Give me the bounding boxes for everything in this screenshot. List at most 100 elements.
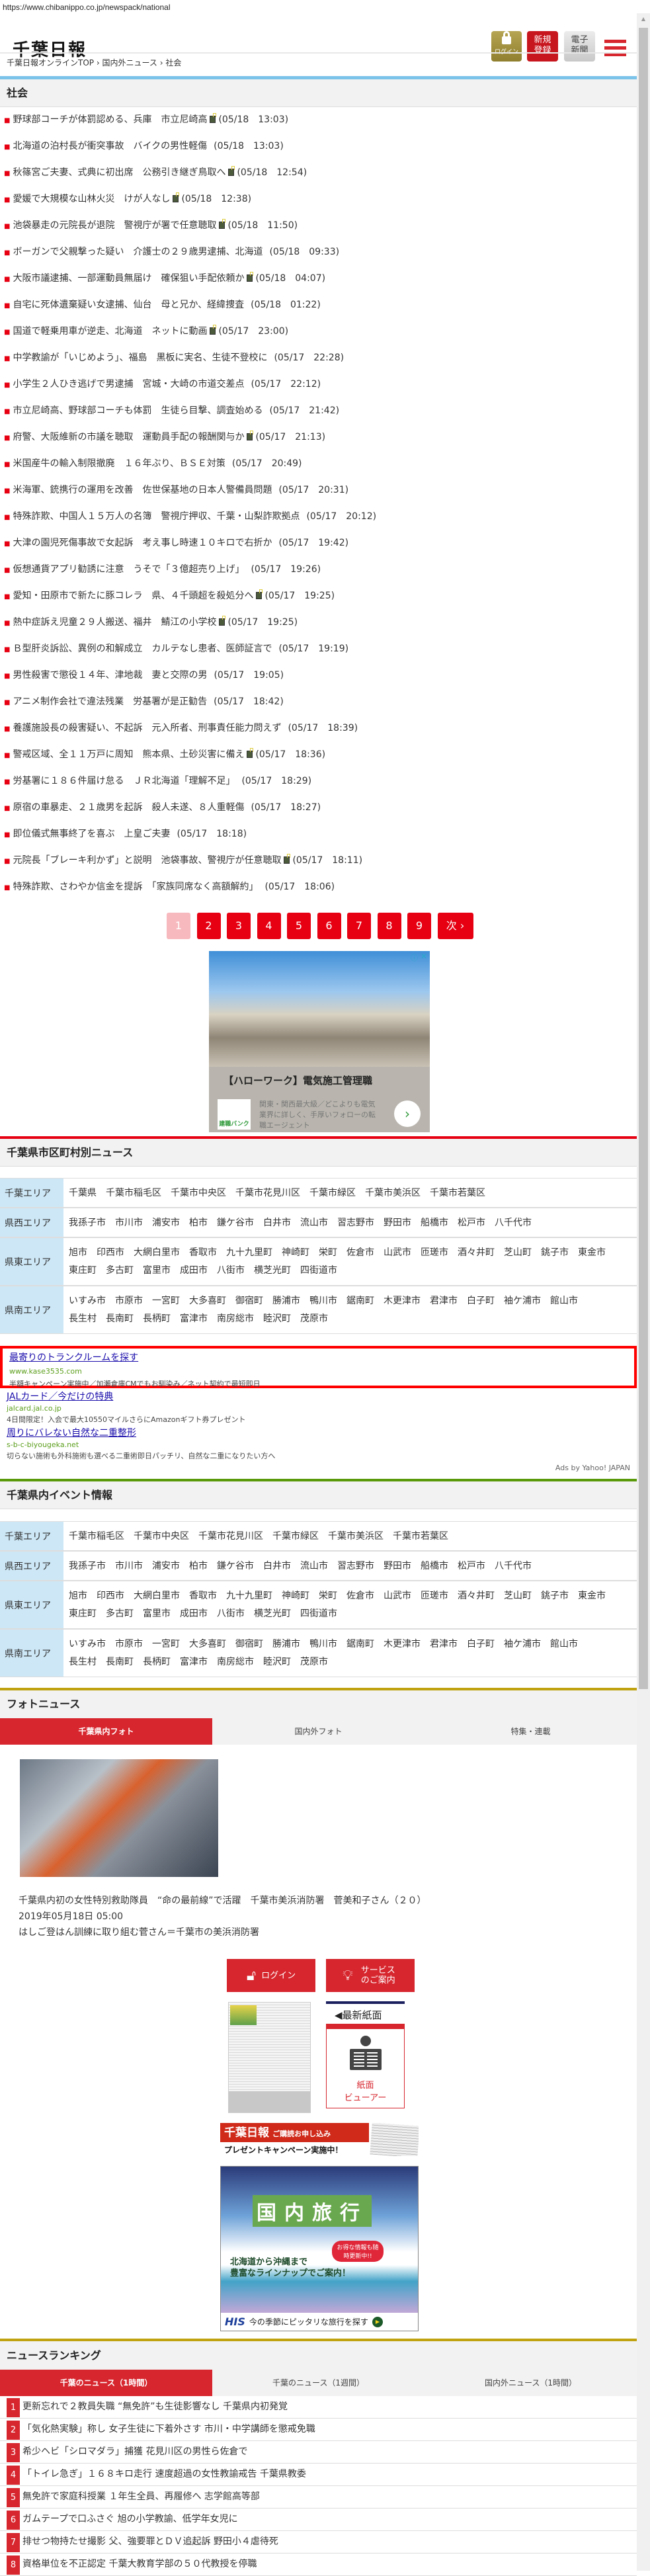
- news-title[interactable]: 仮想通貨アプリ勧誘に注意 うそで「３億超売り上げ」: [13, 564, 244, 575]
- news-title[interactable]: 熱中症訴え児童２９人搬送、福井 鯖江の小学校: [13, 617, 216, 628]
- area-link[interactable]: 東庄町: [69, 1605, 97, 1623]
- area-link[interactable]: 白井市: [263, 1214, 291, 1232]
- news-title[interactable]: 元院長「ブレーキ利かず」と説明 池袋事故、警視庁が任意聴取: [13, 855, 281, 866]
- ranking-title-link[interactable]: 更新忘れで２教員失職 “無免許”も生徒影響なし 千葉県内初発覚: [22, 2396, 288, 2417]
- news-title[interactable]: 中学教諭が「いじめよう」、福島 黒板に実名、生徒不登校に: [13, 353, 267, 363]
- news-item[interactable]: ■ 市立尼崎高、野球部コーチも体罰 生徒ら目撃、調査始める (05/17 21:42…: [4, 404, 339, 417]
- news-title[interactable]: 原宿の車暴走、２１歳男を起訴 殺人未遂、８人重軽傷: [13, 802, 244, 813]
- area-link[interactable]: 船橋市: [421, 1214, 448, 1232]
- news-title[interactable]: 愛知・田原市で新たに豚コレラ 県、４千頭超を殺処分へ: [13, 591, 253, 601]
- area-link[interactable]: 鋸南町: [346, 1292, 374, 1310]
- area-link[interactable]: 東庄町: [69, 1262, 97, 1280]
- paper-viewer-button[interactable]: 紙面 ビューアー: [326, 2024, 405, 2108]
- next-page-button[interactable]: 次 ›: [437, 913, 473, 939]
- area-link[interactable]: 成田市: [180, 1262, 208, 1280]
- area-link[interactable]: 長生村: [69, 1653, 97, 1671]
- area-link[interactable]: 千葉市若葉区: [393, 1528, 448, 1546]
- area-link[interactable]: 千葉市花見川区: [198, 1528, 263, 1546]
- news-item[interactable]: ■ 労基署に１８６件届け怠る ＪＲ北海道「理解不足」 (05/17 18:29): [4, 774, 311, 788]
- news-title[interactable]: 米国産牛の輸入制限撤廃 １６年ぶり、ＢＳＥ対策: [13, 458, 225, 469]
- news-title[interactable]: 愛媛で大規模な山林火災 けが人なし: [13, 194, 170, 204]
- tab-1[interactable]: 千葉のニュース（1時間）: [0, 2370, 212, 2396]
- scroll-up-arrow-icon[interactable]: ▲: [637, 13, 650, 25]
- news-item[interactable]: ■ ボーガンで父親撃った疑い 介護士の２９歳男逮捕、北海道 (05/18 09:33…: [4, 245, 339, 259]
- area-link[interactable]: 富里市: [143, 1262, 171, 1280]
- ranking-item[interactable]: 3 希少ヘビ「シロマダラ」捕獲 花見川区の男性ら佐倉で: [0, 2441, 637, 2464]
- area-link[interactable]: 九十九里町: [226, 1587, 272, 1605]
- ranking-item[interactable]: 1 更新忘れで２教員失職 “無免許”も生徒影響なし 千葉県内初発覚: [0, 2396, 637, 2419]
- page-1-button[interactable]: 1: [167, 913, 190, 939]
- news-title[interactable]: 市立尼崎高、野球部コーチも体罰 生徒ら目撃、調査始める: [13, 405, 263, 416]
- area-link[interactable]: いすみ市: [69, 1292, 106, 1310]
- area-link[interactable]: 野田市: [384, 1558, 411, 1575]
- news-title[interactable]: 野球部コーチが体罰認める、兵庫 市立尼崎高: [13, 114, 207, 125]
- area-link[interactable]: 市川市: [115, 1558, 143, 1575]
- news-item[interactable]: ■ 米海軍、銃携行の運用を改善 佐世保基地の日本人警備員問題 (05/17 20:3…: [4, 483, 348, 497]
- area-link[interactable]: 千葉市稲毛区: [106, 1184, 161, 1202]
- register-button[interactable]: 新規登録: [527, 31, 558, 62]
- area-link[interactable]: 君津市: [430, 1636, 458, 1653]
- news-title[interactable]: 北海道の泊村長が衝突事故 バイクの男性軽傷: [13, 141, 207, 151]
- area-link[interactable]: 神崎町: [282, 1244, 309, 1262]
- news-title[interactable]: 秋篠宮ご夫妻、式典に初出席 公務引き継ぎ鳥取へ: [13, 167, 225, 178]
- news-item[interactable]: ■ 即位儀式無事終了を喜ぶ 上皇ご夫妻 (05/17 18:18): [4, 827, 247, 841]
- area-link[interactable]: 富津市: [180, 1653, 208, 1671]
- news-item[interactable]: ■ 米国産牛の輸入制限撤廃 １６年ぶり、ＢＳＥ対策 (05/17 20:49): [4, 457, 302, 470]
- area-link[interactable]: 千葉市稲毛区: [69, 1528, 124, 1546]
- ad-info-icon[interactable]: ⓘ: [411, 952, 418, 963]
- news-item[interactable]: ■ 愛媛で大規模な山林火災 けが人なし (05/18 12:38): [4, 192, 251, 206]
- ranking-title-link[interactable]: 「トイレ急ぎ」１６８キロ走行 速度超過の女性教諭戒告 千葉県教委: [22, 2464, 306, 2485]
- area-link[interactable]: 八千代市: [495, 1558, 532, 1575]
- news-title[interactable]: 自宅に死体遺棄疑い女逮捕、仙台 母と兄か、経緯捜査: [13, 300, 244, 310]
- area-link[interactable]: 千葉市美浜区: [365, 1184, 421, 1202]
- ranking-title-link[interactable]: 「気化熱実験」称し 女子生徒に下着外さす 市川・中学講師を懲戒免職: [22, 2419, 315, 2440]
- news-item[interactable]: ■ 特殊詐欺、中国人１５万人の名簿 警視庁押収、千葉・山梨詐欺拠点 (05/17 2…: [4, 510, 376, 523]
- area-link[interactable]: 南房総市: [217, 1653, 254, 1671]
- area-link[interactable]: 富里市: [143, 1605, 171, 1623]
- news-item[interactable]: ■ 野球部コーチが体罰認める、兵庫 市立尼崎高 (05/18 13:03): [4, 113, 288, 126]
- news-title[interactable]: 大阪市議逮捕、一部運動員無届け 確保狙い手配依頼か: [13, 273, 244, 284]
- tab-1[interactable]: 千葉県内フォト: [0, 1718, 212, 1745]
- news-title[interactable]: 国道で軽乗用車が逆走、北海道 ネットに動画: [13, 326, 207, 337]
- area-link[interactable]: 南房総市: [217, 1310, 254, 1328]
- epaper-button[interactable]: 電子新聞: [564, 31, 595, 62]
- news-item[interactable]: ■ 大阪市議逮捕、一部運動員無届け 確保狙い手配依頼か (05/18 04:07): [4, 272, 325, 285]
- area-link[interactable]: 佐倉市: [346, 1244, 374, 1262]
- news-title[interactable]: アニメ制作会社で違法残業 労基署が是正勧告: [13, 696, 207, 707]
- page-6-button[interactable]: 6: [317, 913, 341, 939]
- text-ad[interactable]: 周りにバレない自然な二重整形 s-b-c-biyougeka.net 切らない施…: [0, 1425, 637, 1461]
- news-item[interactable]: ■ 仮想通貨アプリ勧誘に注意 うそで「３億超売り上げ」 (05/17 19:26): [4, 563, 321, 576]
- area-link[interactable]: 栄町: [319, 1244, 337, 1262]
- page-9-button[interactable]: 9: [407, 913, 431, 939]
- news-title[interactable]: 即位儀式無事終了を喜ぶ 上皇ご夫妻: [13, 829, 170, 839]
- area-link[interactable]: 酒々井町: [458, 1244, 495, 1262]
- area-link[interactable]: 鋸南町: [346, 1636, 374, 1653]
- ad-arrow-button[interactable]: ›: [394, 1101, 421, 1127]
- news-item[interactable]: ■ 養護施設長の殺害疑い、不起訴 元入所者、刑事責任能力問えず (05/17 18:…: [4, 722, 358, 735]
- news-item[interactable]: ■ 府警、大阪維新の市議を聴取 運動員手配の報酬関与か (05/17 21:13): [4, 431, 325, 444]
- news-title[interactable]: 小学生２人ひき逃げで男逮捕 宮城・大崎の市道交差点: [13, 379, 244, 390]
- area-link[interactable]: 長柄町: [143, 1310, 171, 1328]
- area-link[interactable]: 茂原市: [300, 1653, 328, 1671]
- area-link[interactable]: 長柄町: [143, 1653, 171, 1671]
- display-ad[interactable]: ⓘ ✕ 【ハローワーク】電気施工管理職 建職バンク 関東・関西最大級／どこよりも…: [209, 951, 430, 1132]
- text-ad-title[interactable]: 最寄りのトランクルームを探す: [9, 1352, 138, 1363]
- area-link[interactable]: 千葉市中央区: [134, 1528, 189, 1546]
- news-item[interactable]: ■ 小学生２人ひき逃げで男逮捕 宮城・大崎の市道交差点 (05/17 22:12): [4, 378, 321, 391]
- area-link[interactable]: 木更津市: [384, 1636, 421, 1653]
- news-title[interactable]: 米海軍、銃携行の運用を改善 佐世保基地の日本人警備員問題: [13, 485, 272, 495]
- area-link[interactable]: 船橋市: [421, 1558, 448, 1575]
- news-item[interactable]: ■ 愛知・田原市で新たに豚コレラ 県、４千頭超を殺処分へ (05/17 19:25): [4, 589, 335, 602]
- area-link[interactable]: 我孫子市: [69, 1214, 106, 1232]
- scrollbar-thumb[interactable]: [639, 28, 648, 1689]
- news-title[interactable]: 警戒区域、全１１万戸に周知 熊本県、土砂災害に備え: [13, 749, 244, 760]
- text-ad-title[interactable]: 周りにバレない自然な二重整形: [7, 1428, 136, 1438]
- page-8-button[interactable]: 8: [377, 913, 401, 939]
- ranking-item[interactable]: 8 資格単位を不正認定 千葉大教育学部の５０代教授を停職: [0, 2554, 637, 2576]
- area-link[interactable]: 松戸市: [458, 1214, 485, 1232]
- area-link[interactable]: 木更津市: [384, 1292, 421, 1310]
- area-link[interactable]: いすみ市: [69, 1636, 106, 1653]
- news-item[interactable]: ■ Ｂ型肝炎訴訟、異例の和解成立 カルテなし患者、医師証言で (05/17 19:1…: [4, 642, 348, 655]
- news-title[interactable]: 特殊詐欺、さわやか信金を提訴 「家族同席なく高額解約」: [13, 882, 258, 892]
- news-item[interactable]: ■ 秋篠宮ご夫妻、式典に初出席 公務引き継ぎ鳥取へ (05/18 12:54): [4, 166, 307, 179]
